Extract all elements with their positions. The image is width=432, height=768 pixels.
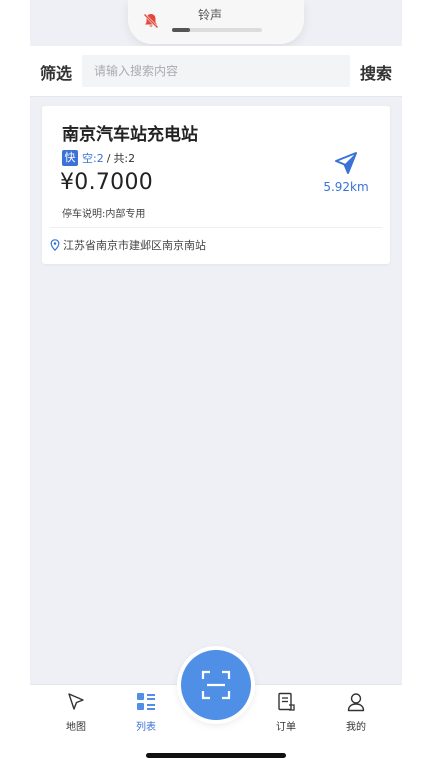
scan-button[interactable] — [181, 650, 251, 720]
station-address: 江苏省南京市建邺区南京南站 — [63, 239, 206, 252]
map-nav-icon — [68, 693, 84, 710]
location-pin-icon — [50, 239, 60, 251]
availability-row: 快 空:2 / 共:2 — [62, 149, 135, 167]
bell-muted-icon — [143, 13, 159, 29]
price: ¥0.7000 — [60, 170, 154, 195]
app-screen: 铃声 筛选 搜索 南京汽车站充电站 快 空:2 / 共:2 ¥0.7000 停车… — [30, 0, 402, 768]
volume-bar — [172, 28, 262, 32]
ringer-title: 铃声 — [198, 8, 223, 22]
card-divider — [50, 227, 382, 228]
navigate-button[interactable]: 5.92km — [316, 150, 376, 194]
tab-label-profile: 我的 — [346, 722, 366, 733]
count-separator: / — [106, 151, 111, 165]
tab-orders[interactable]: 订单 — [256, 691, 316, 733]
distance: 5.92km — [323, 180, 369, 194]
parking-note: 停车说明:内部专用 — [62, 209, 146, 220]
user-icon — [347, 693, 365, 712]
tab-map[interactable]: 地图 — [46, 691, 106, 733]
list-icon — [137, 693, 155, 710]
free-count: 空:2 — [82, 152, 104, 165]
tab-profile[interactable]: 我的 — [326, 691, 386, 733]
scan-icon — [201, 670, 231, 700]
fast-charge-badge: 快 — [62, 150, 78, 166]
search-header: 筛选 搜索 — [30, 46, 402, 97]
tab-label-map: 地图 — [66, 722, 86, 733]
filter-button[interactable]: 筛选 — [40, 60, 72, 84]
ringer-notification: 铃声 — [128, 0, 304, 44]
tab-list[interactable]: 列表 — [116, 691, 176, 733]
station-card[interactable]: 南京汽车站充电站 快 空:2 / 共:2 ¥0.7000 停车说明:内部专用 5… — [42, 106, 390, 264]
station-name: 南京汽车站充电站 — [62, 125, 198, 145]
search-button[interactable]: 搜索 — [360, 60, 392, 84]
navigation-arrow-icon — [335, 152, 357, 174]
home-indicator — [146, 753, 286, 758]
address-row: 江苏省南京市建邺区南京南站 — [50, 236, 206, 254]
search-input[interactable] — [82, 55, 350, 87]
total-count: 共:2 — [113, 152, 136, 165]
order-icon — [278, 692, 295, 711]
tab-label-list: 列表 — [136, 722, 156, 733]
volume-fill — [172, 28, 190, 32]
tab-label-orders: 订单 — [276, 722, 296, 733]
